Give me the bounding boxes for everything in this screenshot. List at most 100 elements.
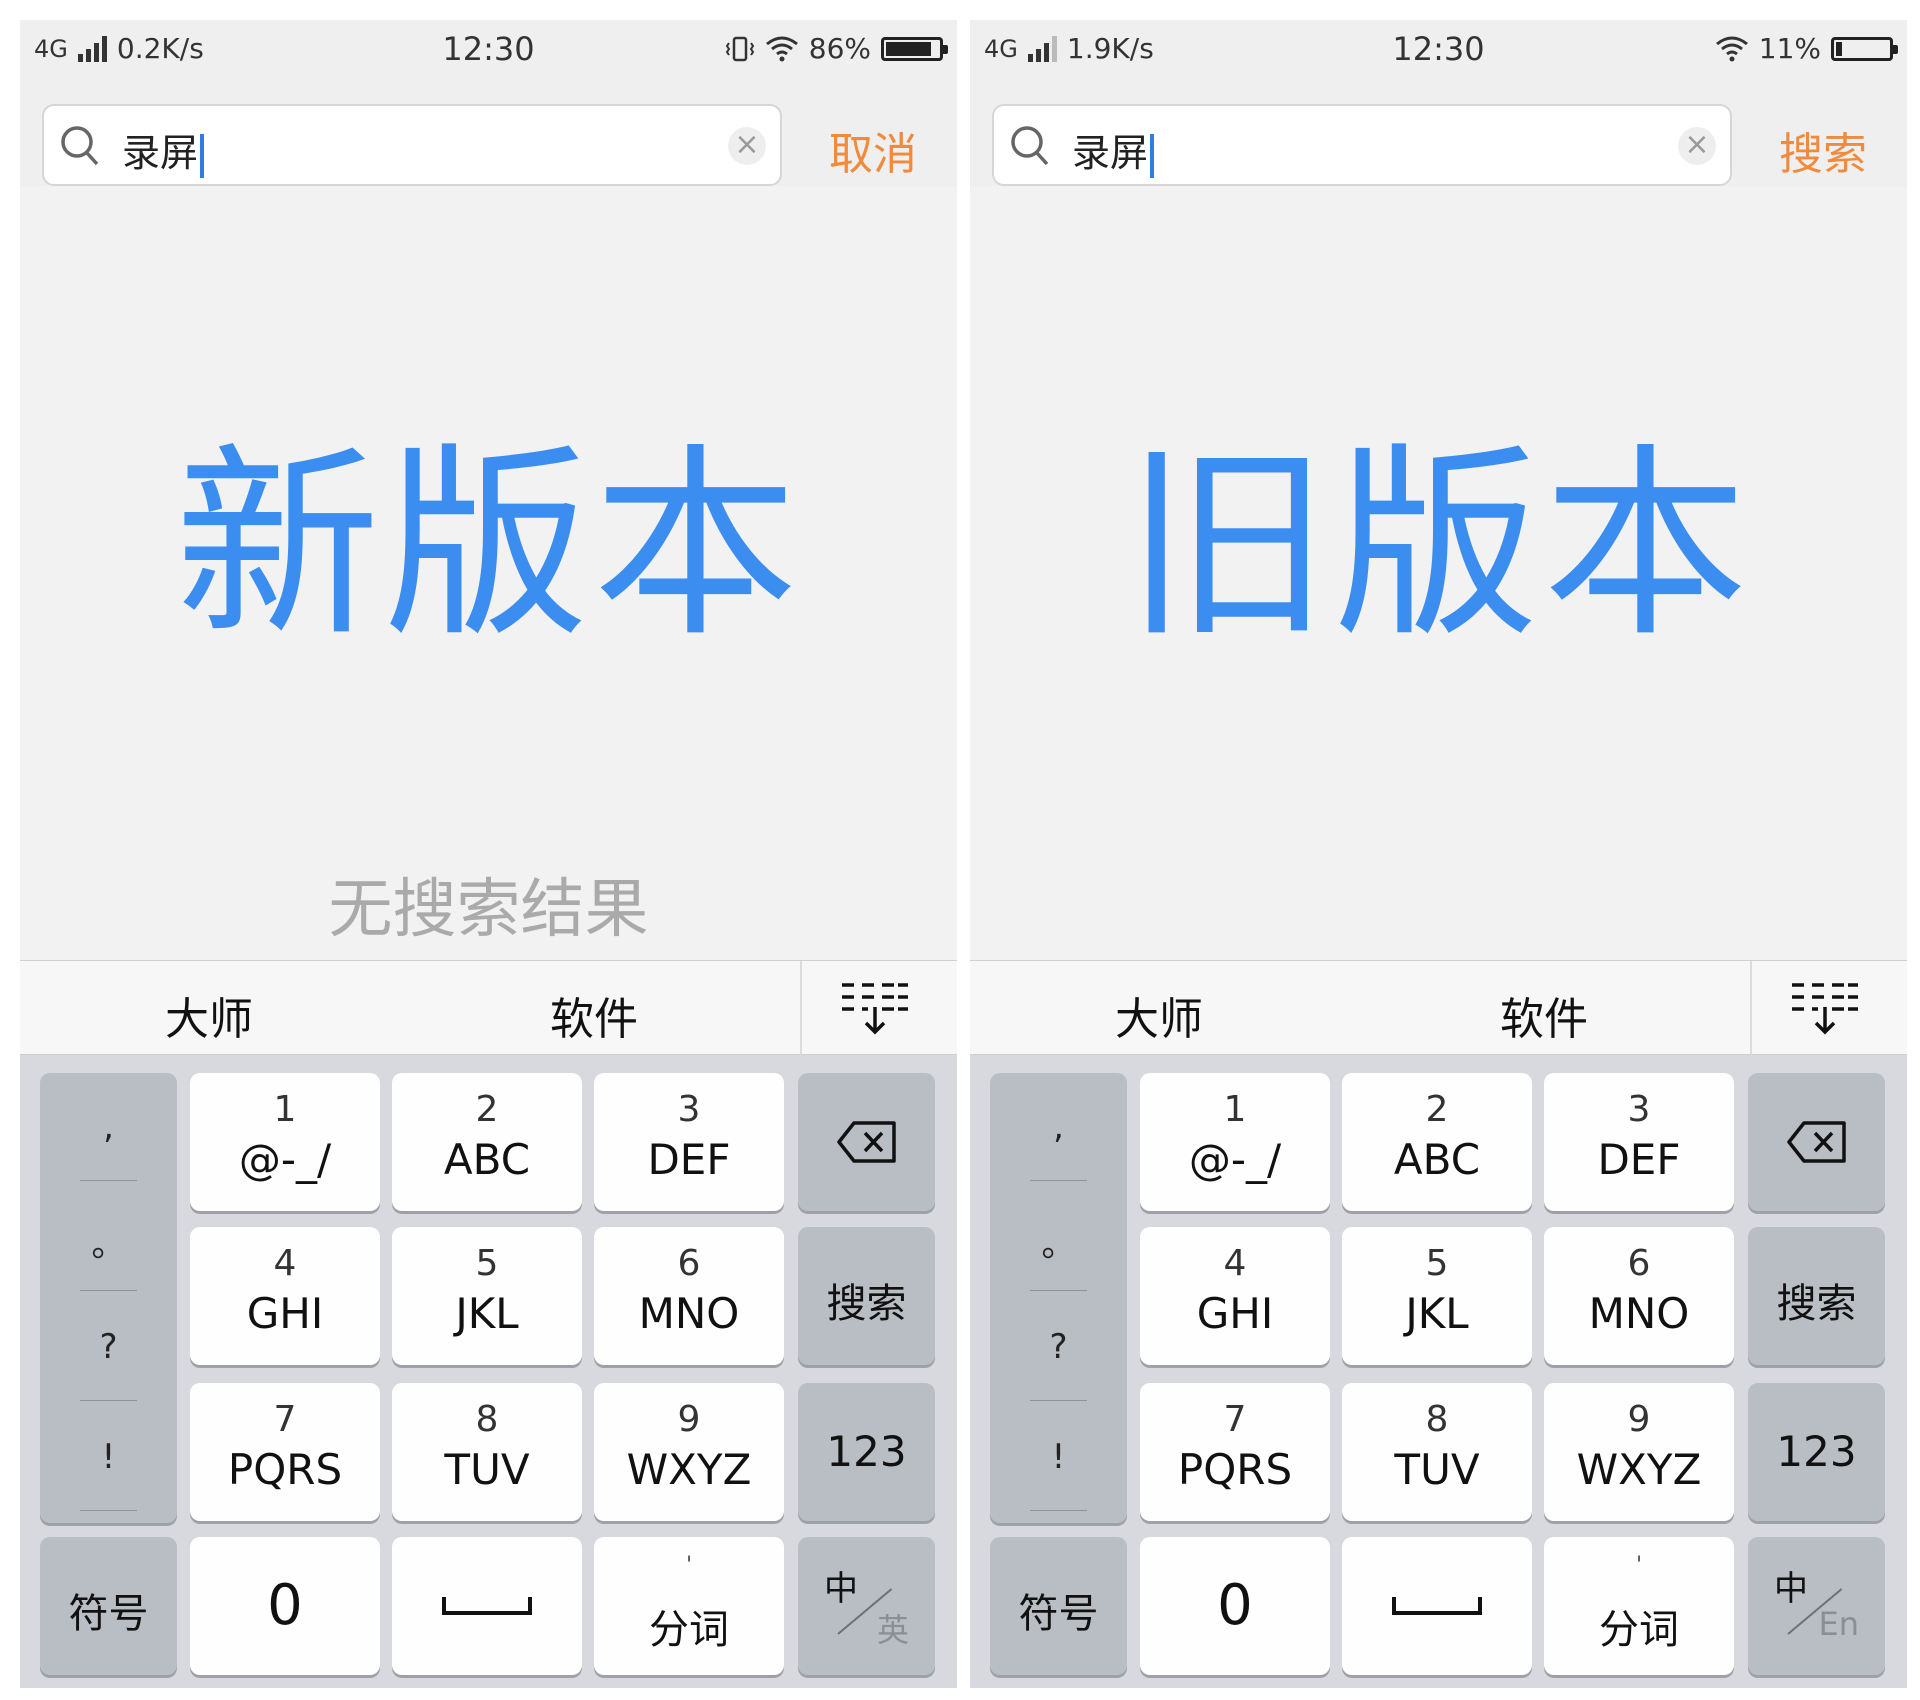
key-letters: MNO xyxy=(1588,1289,1690,1338)
key-2[interactable]: 2 ABC xyxy=(392,1073,582,1211)
cancel-button[interactable]: 取消 xyxy=(829,118,917,182)
no-result-message: 无搜索结果 xyxy=(328,873,649,947)
status-bar: 4G 1.9K/s 12:30 11% xyxy=(970,20,1907,80)
word-split-key[interactable]: ' 分词 xyxy=(594,1537,784,1675)
punct-label: 。 xyxy=(1041,1225,1076,1265)
language-switch-key[interactable]: 中英 xyxy=(798,1537,935,1675)
candidate-bar: 大师 软件 xyxy=(20,960,957,1056)
symbols-key[interactable]: 符号 xyxy=(40,1537,177,1675)
search-input[interactable]: 录屏 × xyxy=(992,104,1732,186)
key-number: 9 xyxy=(677,1399,701,1440)
key-8[interactable]: 8 TUV xyxy=(1342,1383,1532,1521)
key-7[interactable]: 7 PQRS xyxy=(190,1383,380,1521)
punct-key[interactable]: ? xyxy=(990,1293,1127,1401)
key-label: 中 xyxy=(1774,1569,1808,1609)
key-4[interactable]: 4 GHI xyxy=(190,1227,380,1365)
expand-candidates-icon[interactable] xyxy=(840,979,910,1039)
key-7[interactable]: 7 PQRS xyxy=(1140,1383,1330,1521)
key-9[interactable]: 9 WXYZ xyxy=(594,1383,784,1521)
text-cursor xyxy=(1150,133,1155,178)
key-letters: TUV xyxy=(1394,1445,1480,1494)
punct-key[interactable]: , xyxy=(40,1073,177,1181)
number-mode-key[interactable]: 123 xyxy=(1748,1383,1885,1521)
key-3[interactable]: 3 DEF xyxy=(1544,1073,1734,1211)
key-8[interactable]: 8 TUV xyxy=(392,1383,582,1521)
key-6[interactable]: 6 MNO xyxy=(594,1227,784,1365)
key-number: 8 xyxy=(475,1399,499,1440)
key-letters: MNO xyxy=(638,1289,740,1338)
punctuation-column: , 。 ? ! xyxy=(990,1073,1127,1523)
results-area: 新版本 无搜索结果 xyxy=(20,186,957,960)
key-label: 搜索 xyxy=(826,1281,907,1327)
candidate-item[interactable]: 大师 xyxy=(1115,983,1203,1047)
key-number: 4 xyxy=(273,1243,297,1284)
keyboard-search-key[interactable]: 搜索 xyxy=(798,1227,935,1365)
key-0[interactable]: 0 xyxy=(1140,1537,1330,1675)
key-4[interactable]: 4 GHI xyxy=(1140,1227,1330,1365)
key-1[interactable]: 1 @-_/ xyxy=(1140,1073,1330,1211)
key-number: 2 xyxy=(475,1089,499,1130)
key-hint: ' xyxy=(1635,1553,1643,1578)
space-key[interactable] xyxy=(392,1537,582,1675)
punct-key[interactable]: ! xyxy=(40,1403,177,1511)
search-input[interactable]: 录屏 × xyxy=(42,104,782,186)
key-letters: JKL xyxy=(1405,1289,1469,1338)
search-icon xyxy=(1011,126,1049,166)
candidate-bar: 大师 软件 xyxy=(970,960,1907,1056)
punct-label: , xyxy=(103,1107,114,1147)
punct-label: ! xyxy=(101,1437,116,1477)
symbols-key[interactable]: 符号 xyxy=(990,1537,1127,1675)
language-switch-key[interactable]: 中 En xyxy=(1748,1537,1885,1675)
clear-icon[interactable]: × xyxy=(1678,127,1716,165)
candidate-item[interactable]: 软件 xyxy=(1500,983,1588,1047)
backspace-icon xyxy=(1787,1121,1846,1163)
search-button[interactable]: 搜索 xyxy=(1779,118,1867,182)
punct-key[interactable]: 。 xyxy=(40,1183,177,1291)
key-number: 1 xyxy=(273,1089,297,1130)
candidate-item[interactable]: 大师 xyxy=(165,983,253,1047)
text-cursor xyxy=(200,133,205,178)
space-icon xyxy=(442,1597,532,1615)
search-header: 录屏 × 搜索 xyxy=(970,80,1907,186)
backspace-icon xyxy=(837,1121,896,1163)
punct-key[interactable]: 。 xyxy=(990,1183,1127,1291)
results-area: 旧版本 xyxy=(970,186,1907,960)
expand-candidates-icon[interactable] xyxy=(1790,979,1860,1039)
t9-keyboard: , 。 ? ! 1 @-_/ 2 ABC 3 DEF 4 GHI 5 JKL 6 MNO 搜… xyxy=(970,1055,1907,1688)
number-mode-key[interactable]: 123 xyxy=(798,1383,935,1521)
word-split-key[interactable]: ' 分词 xyxy=(1544,1537,1734,1675)
candidate-item[interactable]: 软件 xyxy=(550,983,638,1047)
key-letters: WXYZ xyxy=(1576,1445,1702,1494)
battery-icon xyxy=(881,36,948,61)
key-5[interactable]: 5 JKL xyxy=(1342,1227,1532,1365)
backspace-key[interactable] xyxy=(1748,1073,1885,1211)
key-5[interactable]: 5 JKL xyxy=(392,1227,582,1365)
punct-key[interactable]: ? xyxy=(40,1293,177,1401)
key-letters: ABC xyxy=(443,1135,531,1184)
key-number: 5 xyxy=(475,1243,499,1284)
version-label: 新版本 xyxy=(175,427,802,665)
space-key[interactable] xyxy=(1342,1537,1532,1675)
key-letters: TUV xyxy=(444,1445,530,1494)
punct-label: , xyxy=(1053,1107,1064,1147)
key-number: 7 xyxy=(273,1399,297,1440)
new-version-screen: 4G 0.2K/s 12:30 86% 录屏 × 取消 新版本 无搜索结果 大师… xyxy=(20,20,957,1688)
clear-icon[interactable]: × xyxy=(728,127,766,165)
divider xyxy=(800,961,802,1056)
key-9[interactable]: 9 WXYZ xyxy=(1544,1383,1734,1521)
punct-label: 。 xyxy=(91,1225,126,1265)
key-letters: DEF xyxy=(1597,1135,1681,1184)
key-1[interactable]: 1 @-_/ xyxy=(190,1073,380,1211)
keyboard-search-key[interactable]: 搜索 xyxy=(1748,1227,1885,1365)
key-0[interactable]: 0 xyxy=(190,1537,380,1675)
key-number: 6 xyxy=(677,1243,701,1284)
punct-key[interactable]: , xyxy=(990,1073,1127,1181)
key-6[interactable]: 6 MNO xyxy=(1544,1227,1734,1365)
key-number: 2 xyxy=(1425,1089,1449,1130)
key-label: 符号 xyxy=(68,1591,149,1637)
key-2[interactable]: 2 ABC xyxy=(1342,1073,1532,1211)
key-3[interactable]: 3 DEF xyxy=(594,1073,784,1211)
punct-key[interactable]: ! xyxy=(990,1403,1127,1511)
backspace-key[interactable] xyxy=(798,1073,935,1211)
key-letters: @-_/ xyxy=(238,1135,332,1184)
